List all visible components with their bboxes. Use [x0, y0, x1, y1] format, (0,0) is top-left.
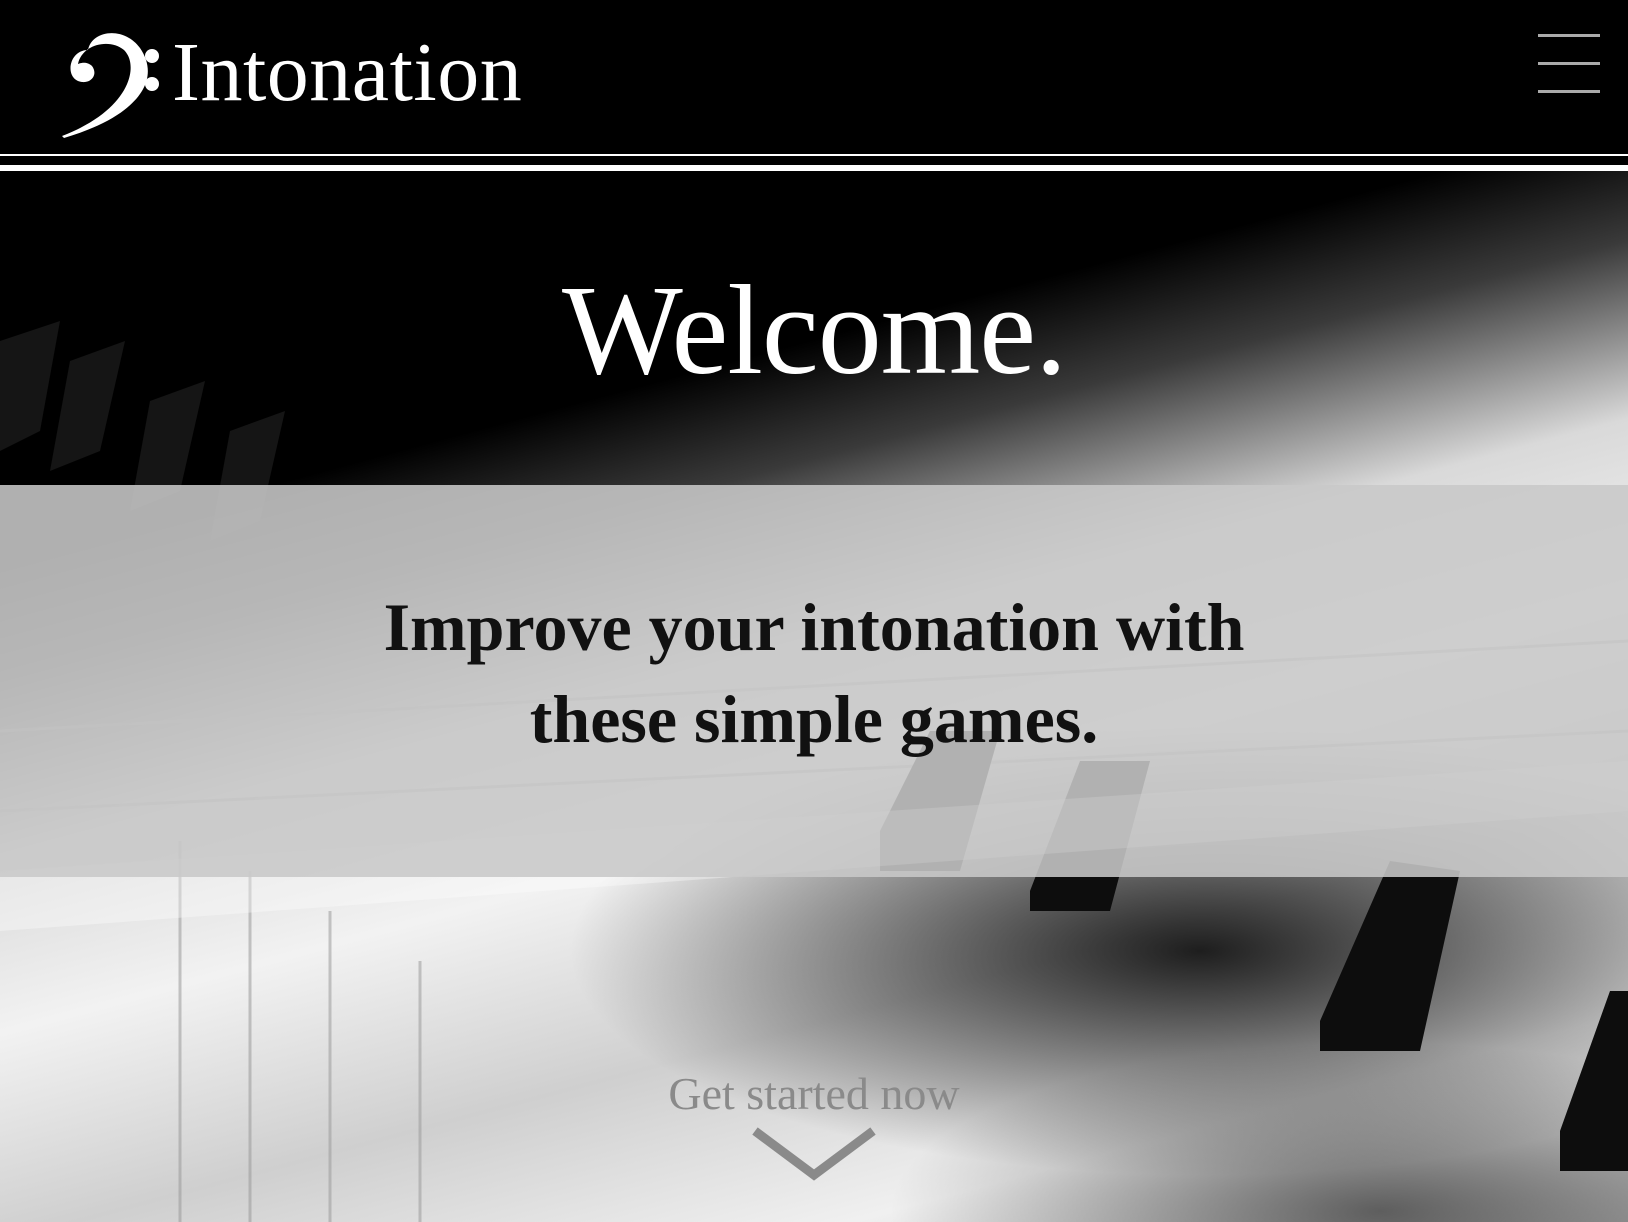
menu-bar-top	[1538, 34, 1600, 37]
welcome-heading: Welcome.	[561, 259, 1067, 401]
chevron-down-icon	[752, 1127, 876, 1181]
brand-name: Intonation	[172, 26, 523, 119]
hero-section: Welcome. Improve your intonation with th…	[0, 171, 1628, 1222]
tagline-text: Improve your intonation with these simpl…	[383, 589, 1245, 757]
bass-clef-icon	[62, 33, 159, 139]
brand-logo-link[interactable]: Intonation	[58, 20, 522, 140]
get-started-label: Get started now	[668, 1068, 960, 1119]
get-started-link[interactable]: Get started now	[564, 1071, 1064, 1183]
tagline-band: Improve your intonation with these simpl…	[0, 485, 1628, 877]
header-divider-thin	[0, 154, 1628, 156]
header-divider-thick	[0, 165, 1628, 171]
menu-bar-middle	[1538, 62, 1600, 65]
menu-bar-bottom	[1538, 90, 1600, 93]
hamburger-menu-button[interactable]	[1538, 32, 1600, 94]
site-header: Intonation	[0, 0, 1628, 155]
